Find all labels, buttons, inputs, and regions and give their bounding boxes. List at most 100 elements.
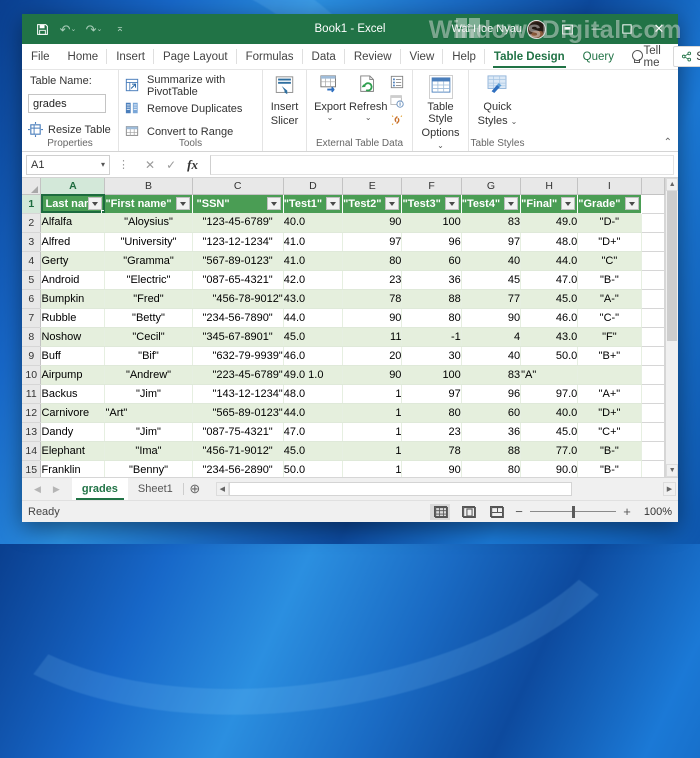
- cell-test2-12[interactable]: 1: [342, 403, 403, 423]
- table-header-ssn[interactable]: "SSN": [192, 194, 284, 213]
- cell-ssn-8[interactable]: "345-67-8901": [192, 327, 284, 347]
- cell-grade-7[interactable]: "C-": [577, 308, 642, 328]
- cell-test2-9[interactable]: 20: [342, 346, 403, 366]
- cell-final-11[interactable]: 97.0: [520, 384, 579, 404]
- page-layout-view-button[interactable]: [458, 504, 478, 520]
- cell-J1[interactable]: [641, 194, 666, 214]
- cell-test2-14[interactable]: 1: [342, 441, 403, 461]
- cell-J8[interactable]: [641, 327, 666, 347]
- cell-ssn-7[interactable]: "234-56-7890": [192, 308, 284, 328]
- cell-test2-4[interactable]: 80: [342, 251, 403, 271]
- cell-test4-10[interactable]: 83: [461, 365, 522, 385]
- cell-ssn-13[interactable]: "087-75-4321": [192, 422, 284, 442]
- tab-home[interactable]: Home: [59, 44, 108, 69]
- filter-dropdown-E[interactable]: [385, 197, 400, 210]
- row-header-14[interactable]: 14: [22, 441, 42, 461]
- cell-last-name-3[interactable]: Alfred: [40, 232, 106, 252]
- insert-slicer-button[interactable]: Insert Slicer: [268, 74, 302, 127]
- export-button[interactable]: Export ⌄: [313, 74, 347, 122]
- cell-final-9[interactable]: 50.0: [520, 346, 579, 366]
- cell-test1-12[interactable]: 44.0: [283, 403, 344, 423]
- cell-J11[interactable]: [641, 384, 666, 404]
- table-header-first-name[interactable]: "First name": [104, 194, 193, 213]
- cell-test4-2[interactable]: 83: [461, 213, 522, 233]
- cell-test3-4[interactable]: 60: [401, 251, 462, 271]
- cell-last-name-6[interactable]: Bumpkin: [40, 289, 106, 309]
- cell-grade-11[interactable]: "A+": [577, 384, 642, 404]
- cell-test1-5[interactable]: 42.0: [283, 270, 344, 290]
- table-header-test4[interactable]: "Test4": [461, 194, 522, 213]
- column-header-C[interactable]: C: [192, 178, 284, 195]
- cell-test3-2[interactable]: 100: [401, 213, 462, 233]
- vertical-scrollbar[interactable]: ▲ ▼: [665, 178, 678, 477]
- table-header-test3[interactable]: "Test3": [401, 194, 462, 213]
- vertical-scroll-thumb[interactable]: [667, 191, 677, 341]
- cell-test1-3[interactable]: 41.0: [283, 232, 344, 252]
- cell-ssn-9[interactable]: "632-79-9939": [192, 346, 284, 366]
- tab-data[interactable]: Data: [303, 44, 346, 69]
- refresh-caret-icon[interactable]: ⌄: [365, 114, 372, 122]
- tab-insert[interactable]: Insert: [107, 44, 154, 69]
- cell-test4-15[interactable]: 80: [461, 460, 522, 477]
- cell-test3-5[interactable]: 36: [401, 270, 462, 290]
- table-style-options-caret-icon[interactable]: ⌄: [437, 141, 444, 150]
- redo-icon[interactable]: ↷ ⌄: [82, 18, 106, 40]
- cell-first-name-7[interactable]: "Betty": [104, 308, 193, 328]
- cell-J7[interactable]: [641, 308, 666, 328]
- cell-first-name-14[interactable]: "Ima": [104, 441, 193, 461]
- next-sheet-icon[interactable]: ▶: [53, 484, 60, 495]
- refresh-button[interactable]: Refresh ⌄: [349, 74, 388, 122]
- cell-J12[interactable]: [641, 403, 666, 423]
- tab-review[interactable]: Review: [345, 44, 401, 69]
- cell-first-name-5[interactable]: "Electric": [104, 270, 193, 290]
- cell-J4[interactable]: [641, 251, 666, 271]
- cell-grade-9[interactable]: "B+": [577, 346, 642, 366]
- table-header-final[interactable]: "Final": [520, 194, 579, 213]
- tab-table-design[interactable]: Table Design: [485, 44, 574, 69]
- column-header-J[interactable]: [641, 178, 666, 195]
- filter-dropdown-A[interactable]: [88, 197, 103, 210]
- cell-test4-11[interactable]: 96: [461, 384, 522, 404]
- table-name-input[interactable]: grades: [28, 94, 106, 113]
- cell-grade-3[interactable]: "D+": [577, 232, 642, 252]
- cell-grade-6[interactable]: "A-": [577, 289, 642, 309]
- horizontal-scroll-track[interactable]: [228, 482, 663, 496]
- cell-first-name-8[interactable]: "Cecil": [104, 327, 193, 347]
- column-header-A[interactable]: A: [40, 178, 106, 195]
- filter-dropdown-I[interactable]: [624, 197, 639, 210]
- cell-test2-8[interactable]: 11: [342, 327, 403, 347]
- table-header-test1[interactable]: "Test1": [283, 194, 344, 213]
- cell-grade-4[interactable]: "C": [577, 251, 642, 271]
- filter-dropdown-D[interactable]: [326, 197, 341, 210]
- cell-first-name-13[interactable]: "Jim": [104, 422, 193, 442]
- open-in-browser-icon[interactable]: [389, 94, 406, 110]
- resize-table-button[interactable]: Resize Table: [28, 122, 111, 138]
- properties-icon[interactable]: [390, 75, 406, 91]
- quick-styles-caret-icon[interactable]: ⌄: [511, 117, 518, 126]
- cell-last-name-8[interactable]: Noshow: [40, 327, 106, 347]
- row-header-11[interactable]: 11: [22, 384, 42, 404]
- row-header-2[interactable]: 2: [22, 213, 42, 233]
- cell-ssn-10[interactable]: "223-45-6789": [192, 365, 284, 385]
- cell-final-13[interactable]: 45.0: [520, 422, 579, 442]
- vertical-scroll-track[interactable]: [666, 191, 678, 464]
- cell-ssn-11[interactable]: "143-12-1234": [192, 384, 284, 404]
- cell-grade-14[interactable]: "B-": [577, 441, 642, 461]
- normal-view-button[interactable]: [430, 503, 450, 520]
- cell-test4-8[interactable]: 4: [461, 327, 522, 347]
- cell-test4-3[interactable]: 97: [461, 232, 522, 252]
- export-caret-icon[interactable]: ⌄: [327, 114, 334, 122]
- name-box[interactable]: A1 ▾: [26, 154, 110, 175]
- cell-final-8[interactable]: 43.0: [520, 327, 579, 347]
- row-header-10[interactable]: 10: [22, 365, 42, 385]
- cell-J6[interactable]: [641, 289, 666, 309]
- summarize-with-pivottable-button[interactable]: Summarize with PivotTable: [125, 74, 256, 98]
- cell-last-name-2[interactable]: Alfalfa: [40, 213, 106, 233]
- minimize-button[interactable]: —: [582, 14, 612, 44]
- cell-test1-8[interactable]: 45.0: [283, 327, 344, 347]
- avatar[interactable]: [527, 19, 546, 39]
- cell-last-name-4[interactable]: Gerty: [40, 251, 106, 271]
- cell-test4-14[interactable]: 88: [461, 441, 522, 461]
- cell-J10[interactable]: [641, 365, 666, 385]
- cell-ssn-15[interactable]: "234-56-2890": [192, 460, 284, 477]
